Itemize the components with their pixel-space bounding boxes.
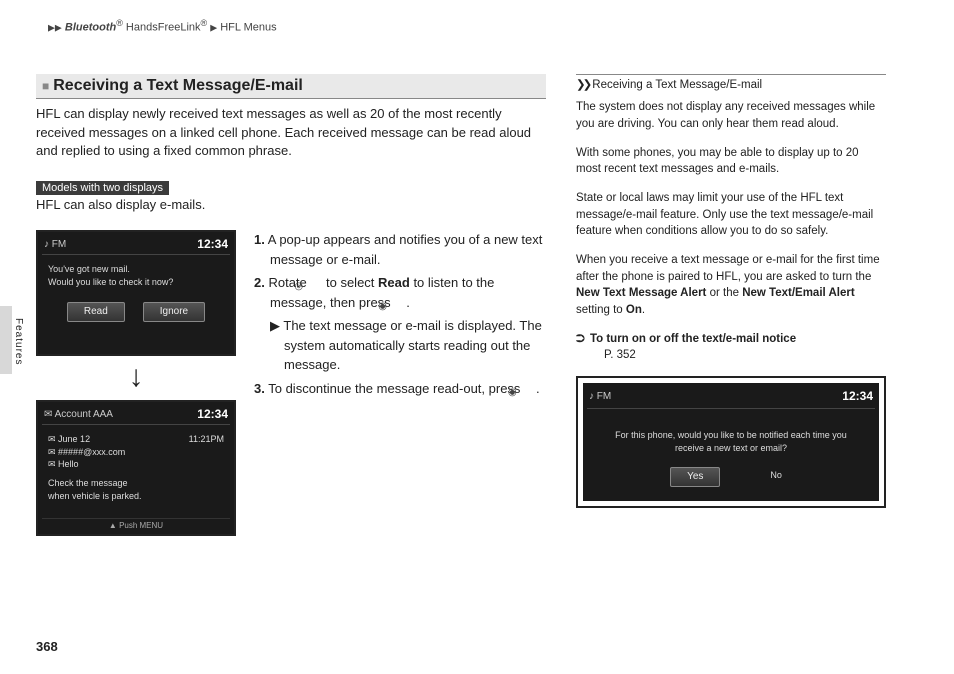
crossref-page: P. 352 <box>590 347 886 364</box>
step1-num: 1. <box>254 232 265 247</box>
step2-sub-text: The text message or e-mail is displayed.… <box>283 318 541 372</box>
down-arrow-icon: ↓ <box>36 362 236 392</box>
step-2: 2. Rotate ◎ to select Read to listen to … <box>254 273 546 312</box>
breadcrumb-part3: HFL Menus <box>220 22 276 34</box>
screen2-note2: when vehicle is parked. <box>48 490 224 503</box>
side-screenshot-frame: ♪ FM 12:34 For this phone, would you lik… <box>576 376 886 508</box>
side-screen-yes-button: Yes <box>670 467 720 488</box>
step2-text-a: Rotate <box>268 275 310 290</box>
side-screen-clock: 12:34 <box>842 388 873 405</box>
section-header: ■ Receiving a Text Message/E-mail <box>36 74 546 99</box>
side-p4: When you receive a text message or e-mai… <box>576 252 886 319</box>
screen1-ignore-button: Ignore <box>143 302 205 322</box>
breadcrumb-part1: Bluetooth <box>65 22 116 34</box>
side-tab-label: Features <box>13 318 24 365</box>
breadcrumb: ▶▶ Bluetooth® HandsFreeLink® ▶ HFL Menus <box>48 18 918 34</box>
page-number: 368 <box>36 639 58 654</box>
step1-text: A pop-up appears and notifies you of a n… <box>268 232 543 267</box>
step-1: 1. A pop-up appears and notifies you of … <box>254 230 546 269</box>
step-2-sub: ▶ The text message or e-mail is displaye… <box>254 316 546 375</box>
screen2-row1a: ✉ June 12 <box>48 433 90 446</box>
display-screenshot-2: ✉ Account AAA 12:34 ✉ June 12 11:21PM ✉ … <box>36 400 236 536</box>
step2-text-b: to select <box>322 275 378 290</box>
breadcrumb-reg2: ® <box>201 18 208 28</box>
triangle-bullet-icon: ▶ <box>270 318 280 333</box>
side-tab: Features <box>0 306 24 374</box>
intro-text: HFL can display newly received text mess… <box>36 105 546 162</box>
step2-num: 2. <box>254 275 265 290</box>
double-chevron-icon: ❯❯ <box>576 79 589 91</box>
step-3: 3. To discontinue the message read-out, … <box>254 379 546 399</box>
crossref-text: To turn on or off the text/e-mail notice <box>590 333 796 345</box>
display-screenshot-1: ♪ FM 12:34 You've got new mail. Would yo… <box>36 230 236 356</box>
screen1-clock: 12:34 <box>197 237 228 251</box>
press-button-icon: ◉ <box>394 299 406 311</box>
side-title-text: Receiving a Text Message/E-mail <box>592 79 762 91</box>
step2-bold: Read <box>378 275 410 290</box>
screen1-line1: You've got new mail. <box>48 263 224 276</box>
side-p2: With some phones, you may be able to dis… <box>576 145 886 178</box>
model-tag: Models with two displays <box>36 181 169 195</box>
cross-reference: ⮊ To turn on or off the text/e-mail noti… <box>576 331 886 364</box>
side-screen-mode: ♪ FM <box>589 390 611 405</box>
side-p1: The system does not display any received… <box>576 99 886 132</box>
side-column: ❯❯Receiving a Text Message/E-mail The sy… <box>576 74 886 537</box>
screens-column: ♪ FM 12:34 You've got new mail. Would yo… <box>36 230 236 536</box>
breadcrumb-arrow-icon: ▶▶ <box>48 23 62 33</box>
side-p3: State or local laws may limit your use o… <box>576 190 886 240</box>
press-button-icon: ◉ <box>524 385 536 397</box>
main-column: ■ Receiving a Text Message/E-mail HFL can… <box>36 74 546 537</box>
breadcrumb-part2: HandsFreeLink <box>123 22 201 34</box>
side-screen-msg: For this phone, would you like to be not… <box>587 415 875 458</box>
screen2-clock: 12:34 <box>197 407 228 421</box>
sub-intro-text: HFL can also display e-mails. <box>36 197 546 212</box>
square-bullet-icon: ■ <box>42 79 49 93</box>
screen1-read-button: Read <box>67 302 125 322</box>
breadcrumb-reg1: ® <box>116 18 123 28</box>
screen1-mode: ♪ FM <box>44 239 66 250</box>
side-title: ❯❯Receiving a Text Message/E-mail <box>576 77 886 94</box>
step3-text-b: . <box>536 381 540 396</box>
screen2-footer: ▲ Push MENU <box>42 518 230 530</box>
step2-text-d: . <box>406 295 410 310</box>
side-screenshot: ♪ FM 12:34 For this phone, would you lik… <box>583 383 879 501</box>
screen2-mode: ✉ Account AAA <box>44 409 113 420</box>
section-title: Receiving a Text Message/E-mail <box>53 77 303 94</box>
breadcrumb-arrow-icon: ▶ <box>210 23 217 33</box>
step3-text-a: To discontinue the message read-out, pre… <box>268 381 524 396</box>
step3-num: 3. <box>254 381 265 396</box>
steps-list: 1. A pop-up appears and notifies you of … <box>254 230 546 536</box>
screen2-row1b: 11:21PM <box>189 433 224 446</box>
side-screen-no-button: No <box>760 467 792 488</box>
crossref-arrow-icon: ⮊ <box>576 333 585 345</box>
rotate-dial-icon: ◎ <box>310 279 322 291</box>
screen2-note1: Check the message <box>48 477 224 490</box>
screen2-row2: ✉ #####@xxx.com <box>48 446 224 459</box>
screen2-row3: ✉ Hello <box>48 458 224 471</box>
screen1-line2: Would you like to check it now? <box>48 276 224 289</box>
